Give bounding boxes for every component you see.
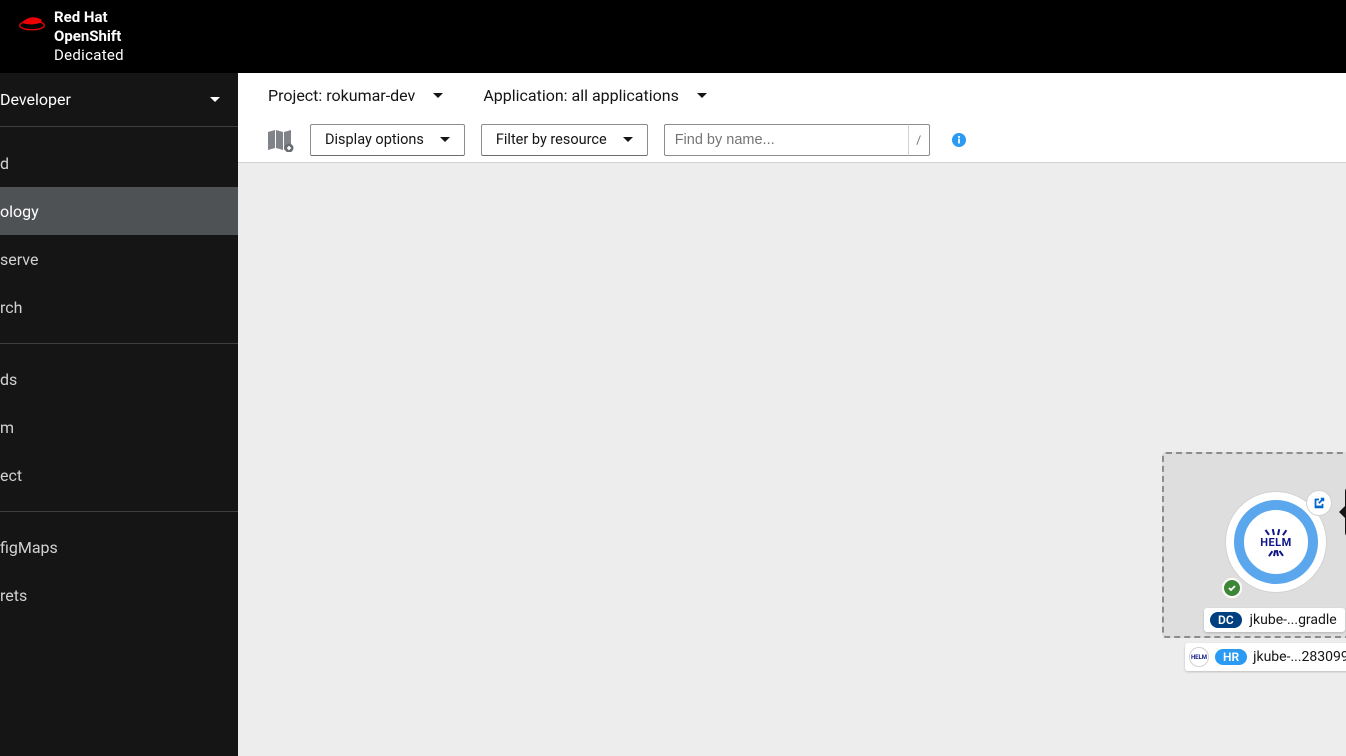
helm-icon: HELM xyxy=(1260,529,1292,556)
helm-release-name: jkube-...283099 xyxy=(1253,649,1346,665)
context-bar: Project: rokumar-dev Application: all ap… xyxy=(238,73,1346,117)
brand-logo: Red Hat OpenShift Dedicated xyxy=(18,8,124,64)
helm-release-label[interactable]: HELM HR jkube-...283099 xyxy=(1185,643,1346,671)
helm-small-icon: HELM xyxy=(1189,647,1209,667)
nav-separator xyxy=(0,511,238,523)
redhat-icon xyxy=(18,10,46,32)
search-shortcut-badge: / xyxy=(908,124,930,156)
sidebar-item-configmaps[interactable]: figMaps xyxy=(0,523,238,571)
sidebar-item-search[interactable]: rch xyxy=(0,283,238,331)
sidebar-item-helm[interactable]: m xyxy=(0,403,238,451)
search-group: / xyxy=(664,124,930,156)
chevron-down-icon xyxy=(433,93,443,98)
sidebar-item-secrets[interactable]: rets xyxy=(0,571,238,619)
open-url-decorator[interactable] xyxy=(1306,490,1332,516)
sidebar-item-observe[interactable]: serve xyxy=(0,235,238,283)
brand-line2: OpenShift xyxy=(54,27,124,46)
dc-badge: DC xyxy=(1210,612,1242,628)
view-shortcuts-button[interactable] xyxy=(266,128,294,152)
helm-node-inner: HELM xyxy=(1234,500,1318,584)
chevron-down-icon xyxy=(697,93,707,98)
topology-canvas[interactable]: HELM DC jkube-...gradle xyxy=(238,163,1346,756)
nav-separator xyxy=(0,343,238,355)
sidebar: Developer d ology serve rch ds m ect fig… xyxy=(0,73,238,756)
brand-line3: Dedicated xyxy=(54,46,124,65)
toolbar: Display options Filter by resource / xyxy=(238,117,1346,163)
sidebar-item-project[interactable]: ect xyxy=(0,451,238,499)
perspective-switcher[interactable]: Developer xyxy=(0,73,238,127)
node-name: jkube-...gradle xyxy=(1250,612,1337,628)
find-by-name-input[interactable] xyxy=(664,124,908,156)
top-bar: Red Hat OpenShift Dedicated xyxy=(0,0,1346,73)
chevron-down-icon xyxy=(623,137,633,142)
display-options-dropdown[interactable]: Display options xyxy=(310,124,465,156)
content-area: Project: rokumar-dev Application: all ap… xyxy=(238,73,1346,756)
topology-group[interactable]: HELM DC jkube-...gradle xyxy=(1162,452,1346,638)
sidebar-item-builds[interactable]: ds xyxy=(0,355,238,403)
chevron-down-icon xyxy=(440,137,450,142)
project-selector[interactable]: Project: rokumar-dev xyxy=(268,86,443,105)
node-label[interactable]: DC jkube-...gradle xyxy=(1204,608,1345,632)
application-selector[interactable]: Application: all applications xyxy=(483,86,707,105)
brand-line1: Red Hat xyxy=(54,8,108,26)
sidebar-item-topology[interactable]: ology xyxy=(0,187,238,235)
status-running-icon xyxy=(1222,578,1242,598)
chevron-down-icon xyxy=(210,97,220,102)
filter-by-resource-dropdown[interactable]: Filter by resource xyxy=(481,124,648,156)
sidebar-item-add[interactable]: d xyxy=(0,139,238,187)
perspective-label: Developer xyxy=(0,90,71,109)
hr-badge: HR xyxy=(1215,649,1247,665)
external-link-icon xyxy=(1312,496,1326,510)
info-icon[interactable] xyxy=(952,133,966,147)
